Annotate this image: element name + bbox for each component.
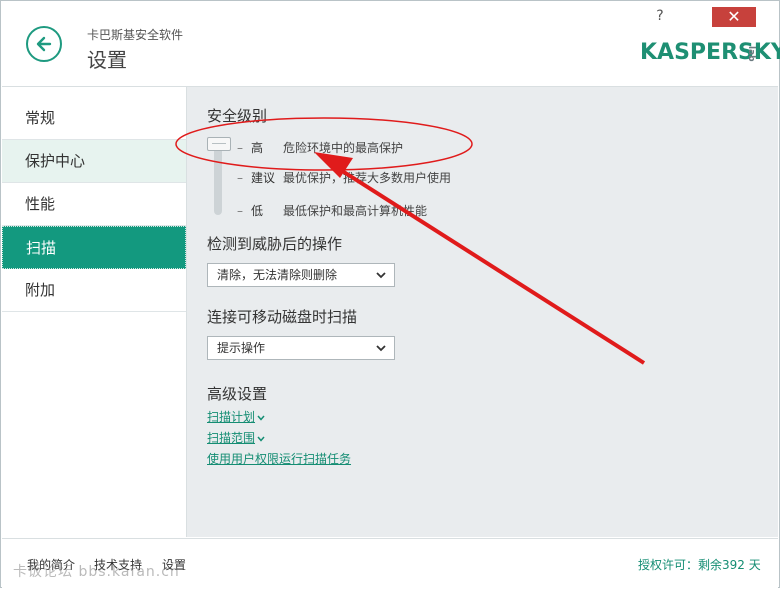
help-button[interactable]: ? bbox=[652, 8, 668, 26]
level-recommended-desc: 最优保护，推荐大多数用户使用 bbox=[283, 171, 452, 185]
logo-suffix: lab bbox=[746, 46, 756, 62]
threat-action-dropdown[interactable]: 清除，无法清除则删除 bbox=[207, 263, 395, 287]
logo-text: KASPERSKY bbox=[640, 40, 780, 65]
level-low-name: 低 bbox=[251, 204, 264, 218]
sidebar-item-additional[interactable]: 附加 bbox=[2, 269, 186, 312]
main-panel: 安全级别 – 高危险环境中的最高保护 – 建议 最优保护，推荐大多数用户使用 – 低最低… bbox=[187, 87, 778, 537]
page-title: 设置 bbox=[87, 48, 127, 72]
level-low-desc: 最低保护和最高计算机性能 bbox=[283, 204, 428, 218]
threat-action-value: 清除，无法清除则删除 bbox=[217, 268, 338, 282]
close-button[interactable]: ✕ bbox=[712, 7, 756, 27]
app-name: 卡巴斯基安全软件 bbox=[87, 28, 184, 42]
advanced-title: 高级设置 bbox=[207, 385, 268, 403]
license-status: 授权许可：剩余392 天 bbox=[638, 558, 761, 572]
scan-scope-link[interactable]: 扫描范围 bbox=[207, 429, 265, 446]
level-low: – 低最低保护和最高计算机性能 bbox=[237, 204, 428, 218]
security-level-title: 安全级别 bbox=[207, 107, 268, 125]
sidebar-item-general[interactable]: 常规 bbox=[2, 97, 186, 140]
kaspersky-logo: KASPERSKY lab bbox=[640, 40, 780, 65]
removable-scan-value: 提示操作 bbox=[217, 341, 266, 355]
sidebar-item-scan[interactable]: 扫描 bbox=[2, 226, 186, 269]
sidebar: 常规 保护中心 性能 扫描 附加 bbox=[2, 87, 187, 537]
settings-window: 卡巴斯基安全软件 设置 ? ✕ KASPERSKY lab 常规 保护中心 性能… bbox=[0, 0, 780, 588]
removable-scan-dropdown[interactable]: 提示操作 bbox=[207, 336, 395, 360]
chevron-down-icon bbox=[376, 345, 386, 352]
threat-action-title: 检测到威胁后的操作 bbox=[207, 235, 343, 253]
level-recommended: – 建议 最优保护，推荐大多数用户使用 bbox=[237, 171, 452, 185]
level-high-desc: 危险环境中的最高保护 bbox=[283, 141, 404, 155]
chevron-down-icon bbox=[257, 436, 265, 442]
security-level-slider-track[interactable] bbox=[214, 141, 222, 215]
sidebar-item-protection-center[interactable]: 保护中心 bbox=[2, 140, 186, 183]
header: 卡巴斯基安全软件 设置 ? ✕ KASPERSKY lab bbox=[2, 2, 780, 87]
level-high: – 高危险环境中的最高保护 bbox=[237, 141, 404, 155]
back-button[interactable] bbox=[26, 26, 62, 62]
level-high-name: 高 bbox=[251, 141, 264, 155]
run-as-user-link[interactable]: 使用用户权限运行扫描任务 bbox=[207, 450, 351, 467]
chevron-down-icon bbox=[376, 272, 386, 279]
scan-schedule-link[interactable]: 扫描计划 bbox=[207, 408, 265, 425]
chevron-down-icon bbox=[257, 415, 265, 421]
sidebar-item-performance[interactable]: 性能 bbox=[2, 183, 186, 226]
watermark: 卡饭论坛 bbs.kafan.cn bbox=[13, 564, 180, 580]
level-recommended-name: 建议 bbox=[251, 171, 276, 185]
security-level-slider-thumb[interactable] bbox=[207, 137, 231, 151]
arrow-left-icon bbox=[36, 36, 52, 52]
removable-scan-title: 连接可移动磁盘时扫描 bbox=[207, 308, 358, 326]
